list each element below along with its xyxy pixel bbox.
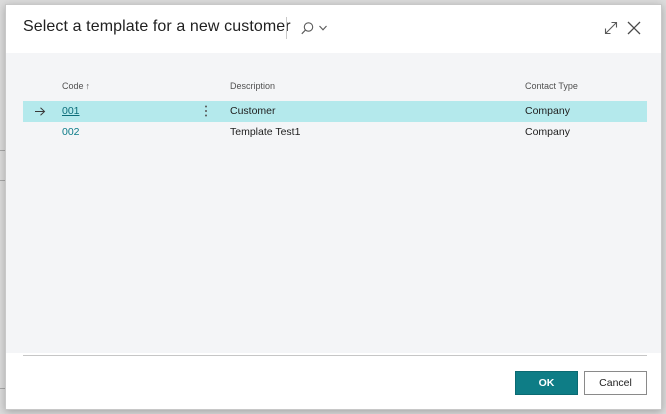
search-icon	[301, 21, 314, 34]
search-button[interactable]	[300, 18, 334, 38]
row-contact-type: Company	[525, 126, 570, 138]
ok-button[interactable]: OK	[515, 371, 578, 395]
header-separator	[286, 17, 287, 39]
arrow-right-icon	[35, 107, 46, 116]
row-description: Customer	[230, 105, 276, 117]
row-contact-type: Company	[525, 105, 570, 117]
column-header-code[interactable]: Code ↑	[62, 81, 90, 91]
template-dialog: Select a template for a new customer Cod…	[5, 4, 662, 410]
table-row[interactable]: 002 Template Test1 Company	[23, 122, 647, 143]
row-description: Template Test1	[230, 126, 301, 138]
column-header-code-label: Code	[62, 81, 84, 91]
close-button[interactable]	[625, 19, 643, 37]
template-list: Code ↑ Description Contact Type 001 Cust…	[6, 53, 661, 353]
row-code-link[interactable]: 001	[62, 105, 80, 117]
cancel-button[interactable]: Cancel	[584, 371, 647, 395]
table-row[interactable]: 001 Customer Company	[23, 101, 647, 122]
dialog-title: Select a template for a new customer	[23, 18, 291, 35]
expand-button[interactable]	[602, 19, 620, 37]
expand-icon	[604, 21, 618, 35]
chevron-down-icon	[319, 25, 327, 31]
row-code-link[interactable]: 002	[62, 126, 80, 138]
dialog-header: Select a template for a new customer	[6, 5, 661, 53]
sort-ascending-icon: ↑	[85, 81, 91, 91]
footer-divider	[23, 355, 647, 356]
column-header-description[interactable]: Description	[230, 81, 275, 91]
column-header-contact-type[interactable]: Contact Type	[525, 81, 578, 91]
close-icon	[627, 21, 641, 35]
vertical-ellipsis-icon[interactable]	[202, 103, 210, 119]
